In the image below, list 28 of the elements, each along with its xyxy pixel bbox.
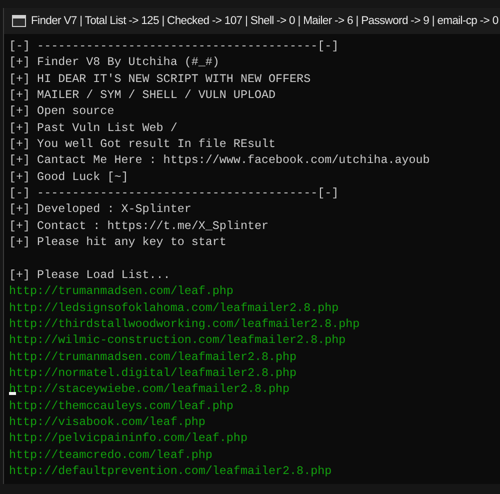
console-line: [+] Open source <box>9 103 116 120</box>
console-line: [+] Developed : X-Splinter <box>9 201 192 218</box>
console-line: [+] You well Got result In file REsult <box>9 136 277 152</box>
console-line: [-] ----------------------------------------[-] <box>9 38 340 54</box>
console-app-icon <box>12 15 26 27</box>
console-line: [+] MAILER / SYM / SHELL / VULN UPLOAD <box>9 87 277 104</box>
url-line: http://trumanmadsen.com/leaf.php <box>9 283 234 300</box>
url-line: http://visabook.com/leaf.php <box>9 414 206 430</box>
console-line: [+] Good Luck [~] <box>9 168 130 186</box>
console-line: [+] Past Vuln List Web / <box>9 120 178 136</box>
url-line: http://themccauleys.com/leaf.php <box>9 398 234 414</box>
url-line: http://defaultprevention.com/leafmailer2.8.php <box>9 462 333 480</box>
console-line: [+] HI DEAR IT'S NEW SCRIPT WITH NEW OFFERS <box>9 70 312 88</box>
console-line: [+] Contact : https://t.me/X_Splinter <box>9 218 270 234</box>
url-line: http://thirdstallwoodworking.com/leafmailer2.8.php <box>9 316 361 332</box>
url-line: http://ledsignsofoklahoma.com/leafmailer2.8.php <box>9 300 340 316</box>
window-title: Finder V7 | Total List -> 125 | Checked -> 107 | Shell -> 0 | Mailer -> 6 | Password -> 9 | email-cp -> 0 <box>31 15 498 27</box>
console-line: [+] Please Load List... <box>9 266 172 284</box>
url-line: http://normatel.digital/leafmailer2.8.php <box>9 364 298 382</box>
url-line: http://pelvicpaininfo.com/leaf.php <box>9 430 248 447</box>
console-line: [+] Finder V8 By Utchiha (#_#) <box>9 54 220 71</box>
url-line: http://teamcredo.com/leaf.php <box>9 446 214 463</box>
console-line: [+] Cantact Me Here : https://www.facebook.com/utchiha.ayoub <box>9 152 431 169</box>
url-line: http://staceywiebe.com/leafmailer2.8.php <box>9 381 291 398</box>
url-line: http://wilmic-construction.com/leafmailer2.8.php <box>9 332 347 349</box>
console-line: [+] Please hit any key to start <box>9 234 228 250</box>
console-line: [-] ----------------------------------------[-] <box>9 185 340 202</box>
url-line: http://trumanmadsen.com/leafmailer2.8.php <box>9 348 298 365</box>
